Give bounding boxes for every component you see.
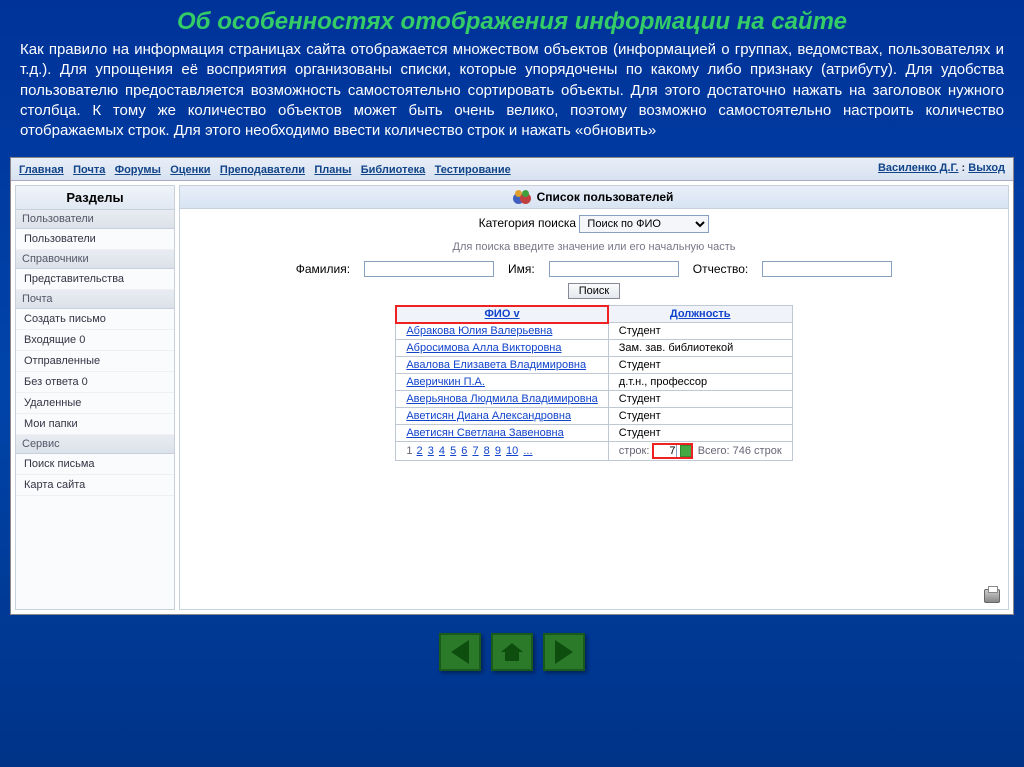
user-link[interactable]: Абракова Юлия Валерьевна	[406, 325, 552, 337]
main-title-text: Список пользователей	[537, 190, 674, 204]
search-hint: Для поиска введите значение или его нача…	[180, 239, 1008, 259]
user-link[interactable]: Аветисян Диана Александровна	[406, 410, 571, 422]
pager-page[interactable]: 8	[484, 445, 490, 457]
user-position: д.т.н., профессор	[608, 374, 792, 391]
sidebar-item-deleted[interactable]: Удаленные	[16, 393, 174, 414]
patronymic-input[interactable]	[762, 261, 892, 277]
nav-forums[interactable]: Форумы	[115, 164, 161, 176]
category-select[interactable]: Поиск по ФИО	[579, 215, 709, 233]
slide-title: Об особенностях отображения информации н…	[0, 0, 1024, 40]
patronymic-label: Отчество:	[693, 262, 749, 276]
user-position: Студент	[608, 425, 792, 442]
users-icon	[515, 190, 531, 204]
nav-main[interactable]: Главная	[19, 164, 64, 176]
table-row: Аверьянова Людмила Владимировна Студент	[396, 391, 792, 408]
pager-more[interactable]: ...	[523, 445, 532, 457]
search-button[interactable]: Поиск	[568, 283, 620, 299]
pager-row: 1 2 3 4 5 6 7 8 9 10 ... строк:	[396, 442, 792, 461]
category-row: Категория поиска Поиск по ФИО	[180, 209, 1008, 239]
nav-testing[interactable]: Тестирование	[435, 164, 511, 176]
user-link[interactable]: Василенко Д.Г.	[878, 162, 959, 174]
pager-page[interactable]: 7	[472, 445, 478, 457]
user-link[interactable]: Аверичкин П.А.	[406, 376, 485, 388]
table-row: Аветисян Диана Александровна Студент	[396, 408, 792, 425]
user-sep: :	[958, 162, 968, 174]
print-icon[interactable]	[984, 589, 1000, 603]
rows-total: Всего: 746 строк	[698, 445, 782, 457]
pager-page[interactable]: 6	[461, 445, 467, 457]
rows-input[interactable]	[653, 444, 677, 458]
pager-page[interactable]: 3	[428, 445, 434, 457]
sidebar-group-service: Сервис	[16, 435, 174, 454]
user-link[interactable]: Авалова Елизавета Владимировна	[406, 359, 586, 371]
pager-page[interactable]: 5	[450, 445, 456, 457]
category-label: Категория поиска	[479, 216, 577, 230]
pager-current: 1	[406, 445, 412, 457]
sidebar-title: Разделы	[16, 186, 174, 210]
next-slide-button[interactable]	[543, 633, 585, 671]
sidebar-item-folders[interactable]: Мои папки	[16, 414, 174, 435]
app-frame: Главная Почта Форумы Оценки Преподавател…	[10, 157, 1014, 615]
sidebar-item-sent[interactable]: Отправленные	[16, 351, 174, 372]
pager-page[interactable]: 2	[417, 445, 423, 457]
col-header-position[interactable]: Должность	[670, 308, 731, 320]
pager-page[interactable]: 4	[439, 445, 445, 457]
table-row: Авалова Елизавета Владимировна Студент	[396, 357, 792, 374]
nav-plans[interactable]: Планы	[314, 164, 351, 176]
sidebar-item-search-mail[interactable]: Поиск письма	[16, 454, 174, 475]
rows-label: строк:	[619, 445, 650, 457]
sidebar-item-inbox[interactable]: Входящие 0	[16, 330, 174, 351]
sidebar-group-mail: Почта	[16, 290, 174, 309]
nav-teachers[interactable]: Преподаватели	[220, 164, 305, 176]
sidebar-group-users: Пользователи	[16, 210, 174, 229]
users-table: ФИО v Должность Абракова Юлия Валерьевна…	[395, 305, 792, 461]
main-title-bar: Список пользователей	[180, 186, 1008, 209]
sidebar-item-sitemap[interactable]: Карта сайта	[16, 475, 174, 496]
table-row: Абракова Юлия Валерьевна Студент	[396, 323, 792, 340]
home-icon	[501, 643, 523, 661]
nav-library[interactable]: Библиотека	[361, 164, 426, 176]
surname-label: Фамилия:	[296, 262, 350, 276]
home-slide-button[interactable]	[491, 633, 533, 671]
arrow-left-icon	[451, 640, 469, 664]
sidebar-item-users[interactable]: Пользователи	[16, 229, 174, 250]
name-label: Имя:	[508, 262, 535, 276]
fields-row: Фамилия: Имя: Отчество:	[180, 259, 1008, 283]
name-input[interactable]	[549, 261, 679, 277]
sidebar-group-refs: Справочники	[16, 250, 174, 269]
user-link[interactable]: Аверьянова Людмила Владимировна	[406, 393, 597, 405]
user-link[interactable]: Аветисян Светлана Завеновна	[406, 427, 563, 439]
top-nav-links: Главная Почта Форумы Оценки Преподавател…	[19, 162, 517, 176]
arrow-right-icon	[555, 640, 573, 664]
slide-nav	[0, 633, 1024, 671]
top-nav-user: Василенко Д.Г. : Выход	[878, 162, 1005, 176]
user-position: Зам. зав. библиотекой	[608, 340, 792, 357]
surname-input[interactable]	[364, 261, 494, 277]
col-header-fio[interactable]: ФИО v	[485, 308, 520, 320]
refresh-icon[interactable]	[680, 445, 692, 457]
user-position: Студент	[608, 408, 792, 425]
user-position: Студент	[608, 323, 792, 340]
logout-link[interactable]: Выход	[968, 162, 1005, 174]
slide-body-text: Как правило на информация страницах сайт…	[0, 40, 1024, 151]
pager-page[interactable]: 10	[506, 445, 518, 457]
nav-mail[interactable]: Почта	[73, 164, 105, 176]
table-row: Аверичкин П.А. д.т.н., профессор	[396, 374, 792, 391]
top-nav-bar: Главная Почта Форумы Оценки Преподавател…	[11, 158, 1013, 181]
sidebar-item-offices[interactable]: Представительства	[16, 269, 174, 290]
sidebar-item-compose[interactable]: Создать письмо	[16, 309, 174, 330]
sidebar: Разделы Пользователи Пользователи Справо…	[15, 185, 175, 610]
user-link[interactable]: Абросимова Алла Викторовна	[406, 342, 561, 354]
user-position: Студент	[608, 357, 792, 374]
pager-page[interactable]: 9	[495, 445, 501, 457]
nav-grades[interactable]: Оценки	[170, 164, 210, 176]
table-row: Аветисян Светлана Завеновна Студент	[396, 425, 792, 442]
prev-slide-button[interactable]	[439, 633, 481, 671]
main-panel: Список пользователей Категория поиска По…	[179, 185, 1009, 610]
user-position: Студент	[608, 391, 792, 408]
table-row: Абросимова Алла Викторовна Зам. зав. библ…	[396, 340, 792, 357]
sidebar-item-noanswer[interactable]: Без ответа 0	[16, 372, 174, 393]
